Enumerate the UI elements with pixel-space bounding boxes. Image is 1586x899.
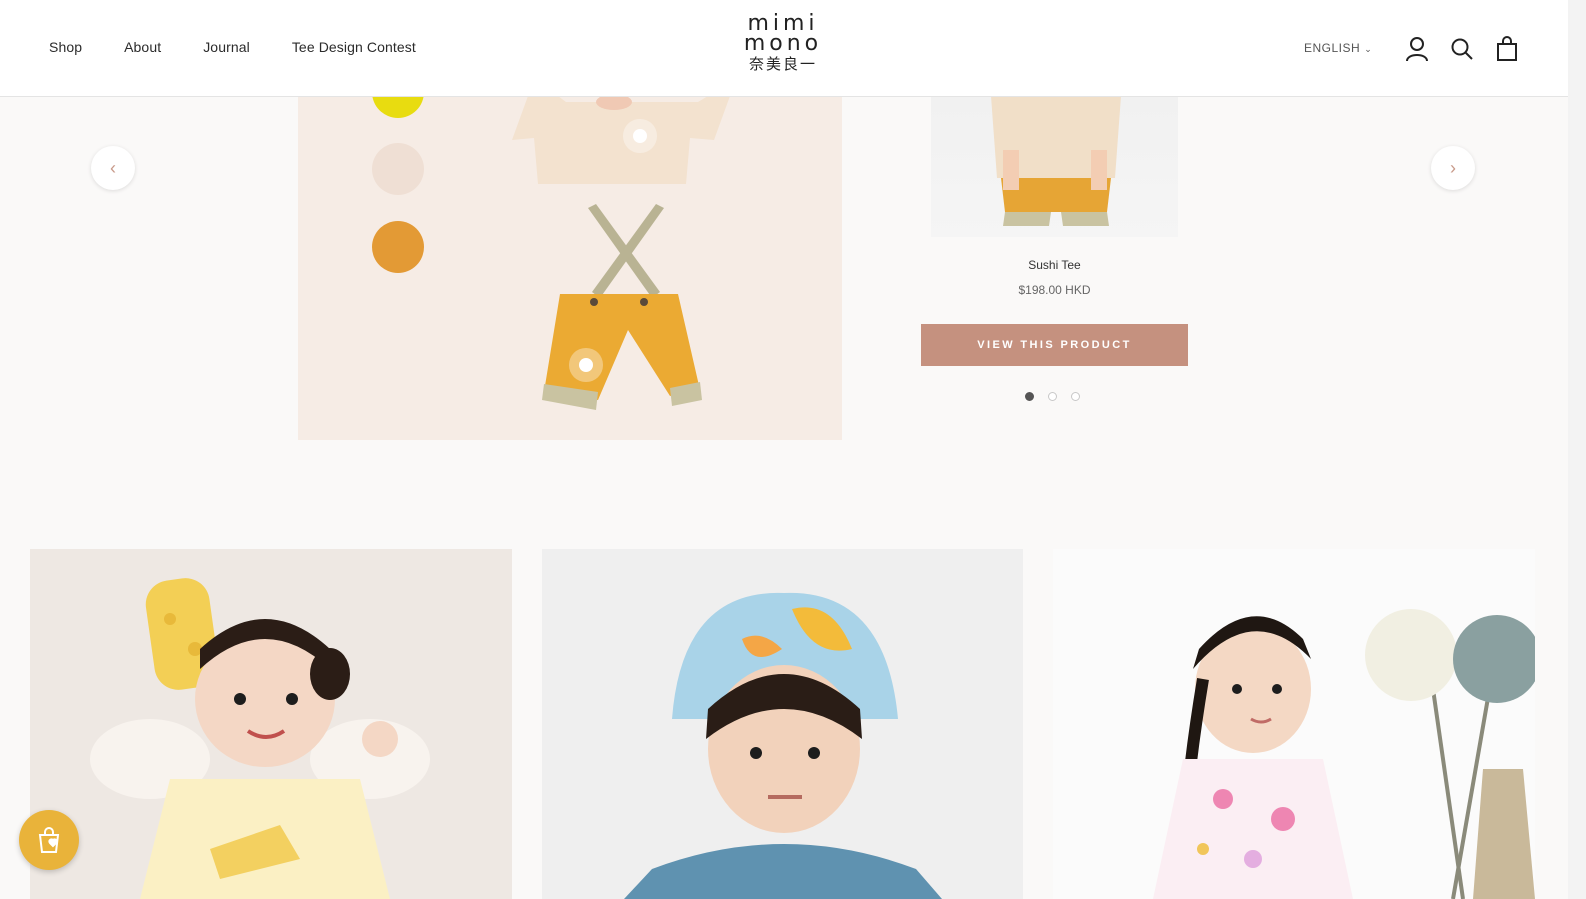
pagination-dot-2[interactable] xyxy=(1048,392,1057,401)
language-selector[interactable]: ENGLISH ⌄ xyxy=(1304,41,1372,55)
cart-icon[interactable] xyxy=(1495,36,1519,67)
nav-shop[interactable]: Shop xyxy=(49,39,82,55)
pagination-dot-1[interactable] xyxy=(1025,392,1034,401)
chevron-right-icon: › xyxy=(1450,157,1456,178)
view-product-button[interactable]: VIEW THIS PRODUCT xyxy=(921,324,1188,366)
chevron-left-icon: ‹ xyxy=(110,157,116,178)
collection-tile-boy-hat[interactable] xyxy=(542,549,1023,899)
product-title[interactable]: Sushi Tee xyxy=(931,258,1178,272)
logo-cjk: 奈美良一 xyxy=(748,56,817,73)
girl-dress-photo xyxy=(1053,549,1535,899)
chevron-down-icon: ⌄ xyxy=(1364,44,1373,54)
nav-journal[interactable]: Journal xyxy=(203,39,250,55)
tee-hotspot[interactable] xyxy=(633,129,647,143)
wishlist-bag-button[interactable] xyxy=(19,810,79,870)
color-swatch-orange[interactable] xyxy=(372,221,424,273)
toddler-photo xyxy=(30,549,512,899)
product-price: $198.00 HKD xyxy=(1018,283,1091,297)
nav-about[interactable]: About xyxy=(124,39,161,55)
main-nav: Shop About Journal Tee Design Contest xyxy=(49,39,458,55)
logo-line-2: mono xyxy=(743,31,823,56)
search-icon[interactable] xyxy=(1450,36,1474,67)
account-icon[interactable] xyxy=(1405,36,1429,67)
collection-tile-girl-dress[interactable] xyxy=(1053,549,1535,899)
pagination-dot-3[interactable] xyxy=(1071,392,1080,401)
language-label: ENGLISH xyxy=(1304,41,1361,55)
carousel-prev-button[interactable]: ‹ xyxy=(91,146,135,190)
shorts-hotspot[interactable] xyxy=(579,358,593,372)
color-swatch-beige[interactable] xyxy=(372,143,424,195)
boy-hat-photo xyxy=(542,549,1023,899)
shopping-bag-heart-icon xyxy=(38,827,60,853)
collection-tile-toddler[interactable] xyxy=(30,549,512,899)
carousel-pagination xyxy=(1025,392,1080,401)
carousel-next-button[interactable]: › xyxy=(1431,146,1475,190)
site-logo[interactable]: mimi mono 奈美良一 xyxy=(740,13,826,74)
site-header: Shop About Journal Tee Design Contest mi… xyxy=(0,0,1568,97)
page-scrollbar[interactable] xyxy=(1568,0,1586,899)
nav-tee-design-contest[interactable]: Tee Design Contest xyxy=(292,39,416,55)
